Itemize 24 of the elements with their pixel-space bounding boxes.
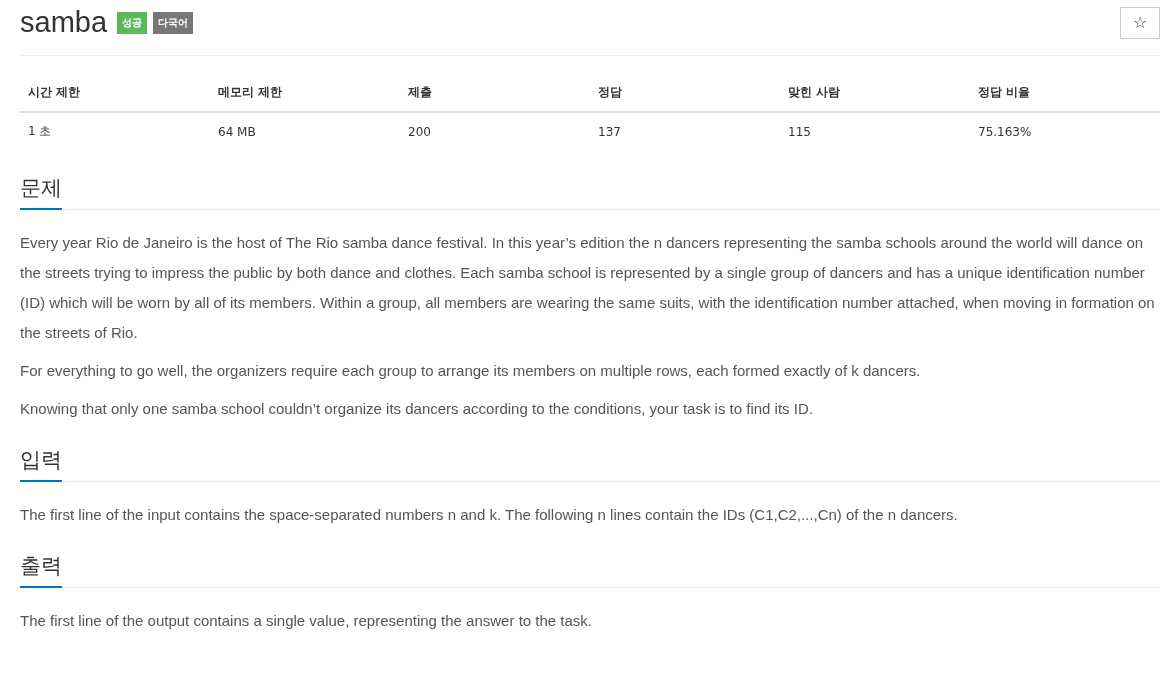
table-cell: 1 초	[20, 112, 210, 152]
table-cell: 115	[780, 112, 970, 152]
section-heading: 출력	[20, 552, 62, 588]
column-header: 정답 비율	[970, 74, 1160, 112]
table-cell: 137	[590, 112, 780, 152]
table-cell: 64 MB	[210, 112, 400, 152]
paragraph: The first line of the output contains a single value, representing the answer to the task.	[20, 611, 593, 631]
tag-badge: 성공	[117, 11, 148, 34]
column-header: 맞힌 사람	[780, 74, 970, 112]
paragraph: For everything to go well, the organizers require each group to arrange its members on multiple rows, each formed exactly of k dancers.	[20, 361, 922, 381]
section-heading: 문제	[20, 174, 62, 210]
column-header: 메모리 제한	[210, 74, 400, 112]
paragraph: The first line of the input contains the space-separated numbers n and k. The following n lines contain the IDs (C1,C2,...,Cn) of the n dancers.	[20, 505, 959, 525]
paragraph: Every year Rio de Janeiro is the host of The Rio samba dance festival. In this year’s edition the n dancers representing the samba schools around the world will dance on the streets trying to impress the public by both dance and clothes. Each samba school is represented by a single group of dancers and has a unique identification number (ID) which will be worn by all of its members. Within a group, all members are wearing the same suits, with the identification number attached, when moving in formation on the streets of Rio.	[20, 233, 1156, 343]
table-cell: 200	[400, 112, 590, 152]
tag-badge: 다국어	[153, 11, 194, 34]
column-header: 시간 제한	[20, 74, 210, 112]
paragraph: Knowing that only one samba school couldn’t organize its dancers according to the conditions, your task is to find its ID.	[20, 399, 814, 419]
table-cell: 75.163%	[970, 112, 1160, 152]
column-header: 정답	[590, 74, 780, 112]
section-heading: 입력	[20, 446, 62, 482]
column-header: 제출	[400, 74, 590, 112]
problem-title: samba	[20, 6, 108, 39]
star-button[interactable]: ☆	[1120, 6, 1160, 39]
